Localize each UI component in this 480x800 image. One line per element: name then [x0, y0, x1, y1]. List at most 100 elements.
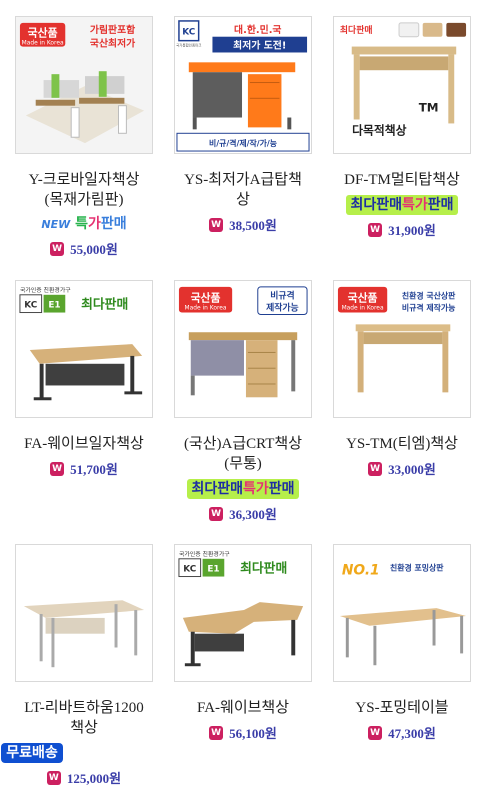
product-card[interactable]: 국산품 Made in Korea 친환경 국산상판 비규격 제작가능 YS-T… — [322, 280, 480, 478]
product-price: 38,500원 — [229, 218, 277, 233]
product-name[interactable]: YS-TM(티엠)책상 — [322, 434, 480, 454]
best-seller-badge: 최다판매특가판매 — [346, 195, 458, 215]
product-card[interactable]: 국가인증 친환경가구 KC E1 최다판매 FA-웨이브일자책상 W 51,70… — [4, 280, 164, 478]
svg-text:TM: TM — [419, 101, 439, 115]
orange-desk-photo: KC 국가통합인증마크 대.한.민.국 최저가 도전! 비/규/격/제/작/가/… — [175, 17, 311, 153]
product-name[interactable]: LT-리바트하움1200 책상 — [4, 698, 164, 738]
svg-text:제작가능: 제작가능 — [266, 302, 299, 314]
won-icon: W — [46, 770, 61, 785]
svg-text:국산품: 국산품 — [28, 26, 58, 40]
product-name-line: DF-TM멀티탑책상 — [344, 172, 460, 188]
badge-char: 가 — [87, 216, 101, 232]
badge-highlight: 특가 — [243, 481, 269, 497]
svg-text:가림판포함: 가림판포함 — [90, 23, 135, 36]
svg-text:KC: KC — [24, 301, 37, 311]
product-price: 47,300원 — [388, 726, 436, 741]
product-name[interactable]: (국산)A급CRT책상 (무통) — [163, 434, 323, 474]
svg-text:국산최저가: 국산최저가 — [90, 37, 135, 50]
product-card[interactable]: LT-리바트하움1200 책상 무료배송 W 125,000원 — [1, 544, 164, 787]
badge-text: 판매 — [268, 481, 295, 497]
product-price: 125,000원 — [66, 771, 122, 786]
svg-text:다목적책상: 다목적책상 — [352, 123, 406, 137]
product-name-line: YS-TM(티엠)책상 — [346, 436, 458, 452]
svg-text:최다판매: 최다판매 — [240, 561, 287, 577]
svg-text:E1: E1 — [207, 565, 219, 575]
won-icon: W — [209, 506, 224, 521]
badge-text: 최다판매 — [350, 197, 402, 213]
product-name-line: 책상 — [70, 720, 98, 736]
price-row: W 56,100원 — [163, 723, 323, 742]
won-icon: W — [368, 461, 383, 476]
product-card[interactable]: 국산품 Made in Korea 비규격 제작가능 (국산)A급CRT책상 (… — [163, 280, 323, 523]
svg-text:비/규/격/제/작/가/능: 비/규/격/제/작/가/능 — [209, 138, 277, 148]
badge-text: 최다판매 — [191, 481, 243, 497]
product-thumbnail[interactable]: NO.1 친환경 포밍상판 — [333, 544, 471, 682]
product-thumbnail[interactable]: 국산품 Made in Korea 친환경 국산상판 비규격 제작가능 — [333, 280, 471, 418]
product-thumbnail[interactable] — [15, 544, 153, 682]
product-name[interactable]: FA-웨이브일자책상 — [4, 434, 164, 454]
svg-text:최다판매: 최다판매 — [340, 24, 373, 36]
product-thumbnail[interactable]: 국가인증 친환경가구 KC E1 최다판매 — [15, 280, 153, 418]
svg-text:대.한.민.국: 대.한.민.국 — [234, 23, 281, 36]
product-name-line: FA-웨이브책상 — [196, 700, 290, 716]
price-row: W 36,300원 — [163, 504, 323, 523]
product-name-line: LT-리바트하움1200 — [24, 700, 144, 716]
product-name[interactable]: Y-크로바일자책상 (목재가림판) — [4, 170, 164, 210]
product-card[interactable]: KC 국가통합인증마크 대.한.민.국 최저가 도전! 비/규/격/제/작/가/… — [163, 16, 323, 234]
won-icon: W — [209, 725, 224, 740]
product-name[interactable]: YS-최저가A급탑책 상 — [163, 170, 323, 210]
price-row: W 31,900원 — [322, 220, 480, 239]
price-row: W 55,000원 — [4, 239, 164, 258]
product-card[interactable]: 최다판매 TM 다목적책상 DF-TM멀티탑책상 최다판매특가판매 W 31,9… — [322, 16, 480, 239]
product-name[interactable]: DF-TM멀티탑책상 — [322, 170, 480, 190]
price-row: W 38,500원 — [163, 215, 323, 234]
new-label: NEW — [41, 218, 71, 231]
product-price: 33,000원 — [388, 462, 436, 477]
product-name-line: (목재가림판) — [44, 192, 124, 208]
badge-char: 판매 — [100, 216, 127, 232]
svg-text:Made in Korea: Made in Korea — [342, 306, 384, 312]
svg-text:친환경 국산상판: 친환경 국산상판 — [402, 291, 456, 301]
tm-desk-photo: 국산품 Made in Korea 친환경 국산상판 비규격 제작가능 — [334, 281, 470, 417]
product-thumbnail[interactable]: 국가인증 친환경가구 KC E1 최다판매 — [174, 544, 312, 682]
product-price: 31,900원 — [388, 223, 436, 238]
won-icon: W — [209, 217, 224, 232]
haum-desk-photo — [16, 545, 152, 681]
product-card[interactable]: 국가인증 친환경가구 KC E1 최다판매 FA-웨이브책상 W 56,100원 — [163, 544, 323, 742]
product-card[interactable]: 국산품 Made in Korea 가림판포함 국산최저가 Y-크로바일자책상 … — [4, 16, 164, 258]
price-row: W 51,700원 — [4, 459, 164, 478]
product-thumbnail[interactable]: 국산품 Made in Korea 비규격 제작가능 — [174, 280, 312, 418]
svg-text:비규격 제작가능: 비규격 제작가능 — [402, 303, 455, 313]
badge-char: 특 — [75, 216, 88, 232]
product-name-line: FA-웨이브일자책상 — [24, 436, 144, 452]
won-icon: W — [368, 725, 383, 740]
wave-corner-desk-photo: 국가인증 친환경가구 KC E1 최다판매 — [175, 545, 311, 681]
price-row: W 33,000원 — [322, 459, 480, 478]
product-price: 55,000원 — [70, 242, 118, 257]
won-icon: W — [50, 241, 65, 256]
product-price: 56,100원 — [229, 726, 277, 741]
special-sale-badge: NEW 특가판매 — [39, 215, 128, 234]
svg-text:국가인증 친환경가구: 국가인증 친환경가구 — [20, 286, 71, 294]
product-price: 51,700원 — [70, 462, 118, 477]
svg-text:친환경 포밍상판: 친환경 포밍상판 — [390, 563, 444, 573]
svg-text:KC: KC — [183, 565, 196, 575]
svg-text:비규격: 비규격 — [270, 290, 294, 302]
product-name[interactable]: FA-웨이브책상 — [163, 698, 323, 718]
svg-text:최저가 도전!: 최저가 도전! — [233, 39, 286, 52]
product-thumbnail[interactable]: 최다판매 TM 다목적책상 — [333, 16, 471, 154]
product-thumbnail[interactable]: KC 국가통합인증마크 대.한.민.국 최저가 도전! 비/규/격/제/작/가/… — [174, 16, 312, 154]
product-name[interactable]: YS-포밍테이블 — [322, 698, 480, 718]
svg-text:Made in Korea: Made in Korea — [185, 306, 227, 312]
price-row: W 125,000원 — [4, 768, 164, 787]
product-name-line: YS-최저가A급탑책 — [184, 172, 302, 188]
product-thumbnail[interactable]: 국산품 Made in Korea 가림판포함 국산최저가 — [15, 16, 153, 154]
svg-text:국가통합인증마크: 국가통합인증마크 — [176, 43, 201, 48]
office-desks-photo: 국산품 Made in Korea 가림판포함 국산최저가 — [16, 17, 152, 153]
badge-highlight: 특가 — [402, 197, 428, 213]
product-name-line: Y-크로바일자책상 — [28, 172, 140, 188]
svg-text:최다판매: 최다판매 — [81, 297, 128, 313]
product-name-line: YS-포밍테이블 — [355, 700, 449, 716]
product-card[interactable]: NO.1 친환경 포밍상판 YS-포밍테이블 W 47,300원 — [322, 544, 480, 742]
product-price: 36,300원 — [229, 507, 277, 522]
